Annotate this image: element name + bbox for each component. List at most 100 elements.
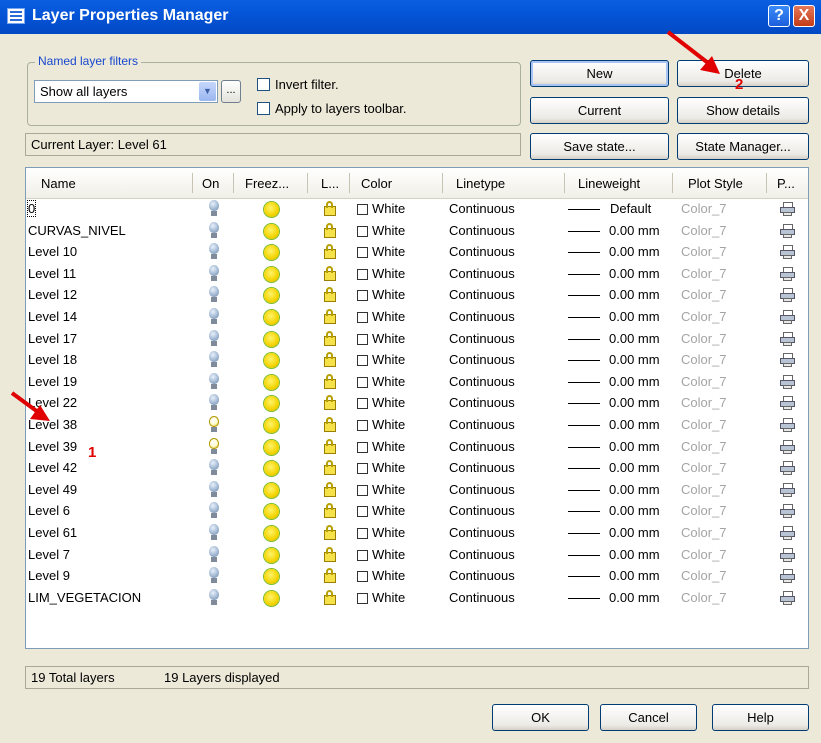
layer-color[interactable]: White <box>372 266 405 281</box>
sun-thaw-icon[interactable] <box>264 353 279 369</box>
layer-lineweight[interactable]: 0.00 mm <box>609 309 660 324</box>
layer-name[interactable]: Level 19 <box>28 374 77 389</box>
color-swatch[interactable] <box>357 571 368 583</box>
color-swatch[interactable] <box>357 312 368 323</box>
layer-color[interactable]: White <box>372 525 405 540</box>
color-swatch[interactable] <box>357 441 368 453</box>
color-swatch[interactable] <box>357 290 368 302</box>
unlock-icon[interactable] <box>324 352 338 368</box>
sun-thaw-icon[interactable] <box>264 461 279 477</box>
color-swatch[interactable] <box>357 355 368 367</box>
layer-plot-style[interactable]: Color_7 <box>681 439 727 454</box>
unlock-icon[interactable] <box>324 244 338 260</box>
layer-lineweight[interactable]: 0.00 mm <box>609 568 660 583</box>
unlock-icon[interactable] <box>324 373 338 389</box>
layer-row[interactable]: Level 18 White Continuous 0.00 mm Color_7 <box>26 349 808 371</box>
layer-color[interactable]: White <box>372 503 405 518</box>
ok-button[interactable]: OK <box>492 704 589 731</box>
column-header-plot-style[interactable]: Plot Style <box>688 176 743 191</box>
layer-linetype[interactable]: Continuous <box>449 547 515 562</box>
unlock-icon[interactable] <box>324 546 338 562</box>
layer-lineweight[interactable]: 0.00 mm <box>609 503 660 518</box>
column-header-lineweight[interactable]: Lineweight <box>578 176 640 191</box>
layer-plot-style[interactable]: Color_7 <box>681 460 727 475</box>
sun-thaw-icon[interactable] <box>264 504 279 520</box>
layer-name[interactable]: LIM_VEGETACION <box>28 590 141 605</box>
unlock-icon[interactable] <box>324 287 338 303</box>
layer-plot-style[interactable]: Color_7 <box>681 568 727 583</box>
printer-icon[interactable] <box>780 482 795 497</box>
layer-lineweight[interactable]: 0.00 mm <box>609 417 660 432</box>
help-title-button[interactable]: ? <box>768 5 790 27</box>
column-header-color[interactable]: Color <box>361 176 392 191</box>
layer-lineweight[interactable]: 0.00 mm <box>609 244 660 259</box>
unlock-icon[interactable] <box>324 222 338 238</box>
color-swatch[interactable] <box>357 420 368 431</box>
column-header-freeze[interactable]: Freez... <box>245 176 289 191</box>
layer-lineweight[interactable]: 0.00 mm <box>609 374 660 389</box>
layer-plot-style[interactable]: Color_7 <box>681 223 727 238</box>
color-swatch[interactable] <box>357 376 368 388</box>
unlock-icon[interactable] <box>324 503 338 519</box>
layer-name[interactable]: Level 49 <box>28 482 77 497</box>
sun-thaw-icon[interactable] <box>264 374 279 390</box>
layer-lineweight[interactable]: 0.00 mm <box>609 266 660 281</box>
printer-icon[interactable] <box>780 374 795 389</box>
layer-color[interactable]: White <box>372 287 405 302</box>
layer-name[interactable]: Level 11 <box>28 266 76 281</box>
layer-linetype[interactable]: Continuous <box>449 503 515 518</box>
layer-plot-style[interactable]: Color_7 <box>681 590 727 605</box>
unlock-icon[interactable] <box>324 417 338 432</box>
layer-lineweight[interactable]: 0.00 mm <box>609 331 660 346</box>
layer-row[interactable]: Level 7 White Continuous 0.00 mm Color_7 <box>26 544 808 566</box>
layer-color[interactable]: White <box>372 331 405 346</box>
cancel-button[interactable]: Cancel <box>600 704 697 731</box>
layer-name[interactable]: Level 6 <box>28 503 70 518</box>
layer-plot-style[interactable]: Color_7 <box>681 374 727 389</box>
layer-color[interactable]: White <box>372 223 405 238</box>
layer-lineweight[interactable]: 0.00 mm <box>609 439 660 454</box>
color-swatch[interactable] <box>357 204 368 215</box>
layer-lineweight[interactable]: 0.00 mm <box>609 547 660 562</box>
layer-plot-style[interactable]: Color_7 <box>681 201 727 216</box>
unlock-icon[interactable] <box>324 265 338 281</box>
layer-linetype[interactable]: Continuous <box>449 525 515 540</box>
layer-lineweight[interactable]: 0.00 mm <box>609 395 660 410</box>
unlock-icon[interactable] <box>324 438 338 454</box>
layer-plot-style[interactable]: Color_7 <box>681 244 727 259</box>
unlock-icon[interactable] <box>324 481 338 497</box>
layer-color[interactable]: White <box>372 482 405 497</box>
sun-thaw-icon[interactable] <box>264 288 279 304</box>
layer-name[interactable]: Level 61 <box>28 525 77 540</box>
layer-linetype[interactable]: Continuous <box>449 331 515 346</box>
sun-thaw-icon[interactable] <box>264 396 279 412</box>
layer-row[interactable]: Level 10 White Continuous 0.00 mm Color_7 <box>26 241 808 263</box>
apply-to-toolbar-checkbox[interactable] <box>257 102 270 115</box>
color-swatch[interactable] <box>357 398 368 410</box>
unlock-icon[interactable] <box>324 330 338 346</box>
printer-icon[interactable] <box>780 310 795 324</box>
layer-color[interactable]: White <box>372 590 405 605</box>
color-swatch[interactable] <box>357 268 368 280</box>
layer-row[interactable]: 0 White Continuous Default Color_7 <box>26 198 808 220</box>
layer-lineweight[interactable]: 0.00 mm <box>609 223 660 238</box>
layer-linetype[interactable]: Continuous <box>449 287 515 302</box>
layer-color[interactable]: White <box>372 244 405 259</box>
layer-plot-style[interactable]: Color_7 <box>681 266 727 281</box>
sun-thaw-icon[interactable] <box>264 439 279 455</box>
layer-linetype[interactable]: Continuous <box>449 482 515 497</box>
sun-thaw-icon[interactable] <box>264 482 279 498</box>
layer-linetype[interactable]: Continuous <box>449 374 515 389</box>
layer-linetype[interactable]: Continuous <box>449 590 515 605</box>
layer-color[interactable]: White <box>372 309 405 324</box>
column-header-lock[interactable]: L... <box>321 176 339 191</box>
layer-row[interactable]: Level 14 White Continuous 0.00 mm Color_7 <box>26 306 808 328</box>
printer-icon[interactable] <box>780 288 795 303</box>
unlock-icon[interactable] <box>324 309 338 324</box>
layer-plot-style[interactable]: Color_7 <box>681 417 727 432</box>
column-header-on[interactable]: On <box>202 176 219 191</box>
state-manager-button[interactable]: State Manager... <box>677 133 809 160</box>
layer-row[interactable]: Level 61 White Continuous 0.00 mm Color_7 <box>26 522 808 544</box>
layer-row[interactable]: Level 42 White Continuous 0.00 mm Color_7 <box>26 457 808 479</box>
layer-lineweight[interactable]: Default <box>610 201 651 216</box>
